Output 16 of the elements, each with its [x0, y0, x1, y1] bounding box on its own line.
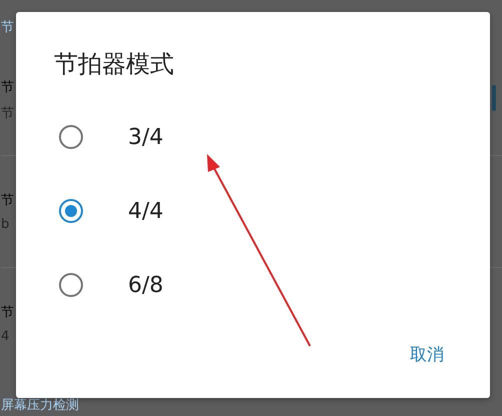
section-header: 节 — [1, 19, 15, 37]
radio-button[interactable] — [59, 199, 83, 223]
setting-title: 节 — [1, 192, 14, 209]
setting-subtitle: 4 — [1, 328, 10, 344]
radio-button[interactable] — [59, 273, 83, 297]
setting-subtitle: b — [1, 217, 10, 232]
dialog-title: 节拍器模式 — [54, 49, 175, 80]
option-label[interactable]: 3/4 — [128, 124, 164, 150]
setting-link[interactable]: 屏幕压力检测 — [1, 398, 79, 413]
option-label[interactable]: 4/4 — [128, 198, 164, 224]
radio-button[interactable] — [59, 125, 83, 149]
setting-title: 节 — [1, 78, 14, 96]
option-label[interactable]: 6/8 — [128, 272, 164, 298]
setting-title: 节 — [1, 304, 14, 320]
cancel-button[interactable]: 取消 — [404, 339, 450, 370]
setting-subtitle: 节 — [1, 104, 14, 122]
